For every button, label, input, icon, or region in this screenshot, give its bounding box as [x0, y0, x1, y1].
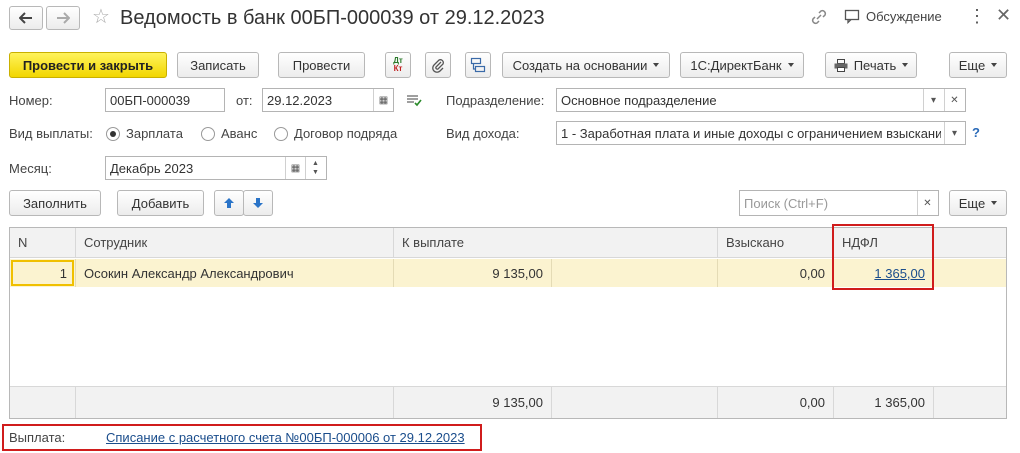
- arrow-down-icon: [253, 198, 263, 208]
- payment-type-label: Вид выплаты:: [9, 126, 93, 141]
- date-field[interactable]: 29.12.2023 ▦: [262, 88, 394, 112]
- window-title: Ведомость в банк 00БП-000039 от 29.12.20…: [120, 7, 545, 29]
- empty-cell: [934, 259, 1006, 287]
- total-collected: 0,00: [718, 386, 834, 418]
- create-based-on-button[interactable]: Создать на основании: [502, 52, 670, 78]
- direct-bank-button[interactable]: 1С:ДиректБанк: [680, 52, 804, 78]
- arrow-up-icon: [224, 198, 234, 208]
- move-down-button[interactable]: [243, 190, 273, 216]
- add-button[interactable]: Добавить: [117, 190, 204, 216]
- number-label: Номер:: [9, 93, 53, 108]
- more-vertical-icon[interactable]: ⋮: [968, 6, 986, 27]
- dropdown-icon[interactable]: ▾: [944, 122, 964, 144]
- ndfl-highlight-box: [832, 224, 934, 290]
- discussion-label: Обсуждение: [866, 8, 942, 24]
- income-type-field[interactable]: 1 - Заработная плата и иные доходы с огр…: [556, 121, 966, 145]
- column-header-to-pay[interactable]: К выплате: [394, 228, 718, 258]
- total-employee-cell: [76, 386, 394, 418]
- radio-salary[interactable]: [106, 127, 120, 141]
- employee-cell[interactable]: Осокин Александр Александрович: [76, 259, 394, 287]
- discussion-button[interactable]: Обсуждение: [844, 8, 942, 24]
- stepper-down-icon[interactable]: ▼: [312, 168, 319, 177]
- chat-icon: [844, 9, 860, 24]
- collected-cell[interactable]: 0,00: [718, 259, 834, 287]
- chevron-down-icon: [902, 63, 909, 67]
- dt-kt-button[interactable]: Дт Кт: [385, 52, 411, 78]
- department-field[interactable]: Основное подразделение ▾ ✕: [556, 88, 966, 112]
- number-field[interactable]: 00БП-000039: [105, 88, 225, 112]
- column-header-n[interactable]: N: [10, 228, 76, 258]
- arrow-left-icon: [19, 12, 32, 24]
- post-status-icon: [406, 93, 422, 110]
- chevron-down-icon: [653, 63, 660, 67]
- move-up-button[interactable]: [214, 190, 244, 216]
- fill-button[interactable]: Заполнить: [9, 190, 101, 216]
- month-stepper[interactable]: ▲ ▼: [305, 157, 325, 179]
- month-label: Месяц:: [9, 161, 52, 176]
- favorite-star-icon[interactable]: ☆: [92, 6, 110, 28]
- forward-button[interactable]: [46, 6, 80, 30]
- printer-icon: [834, 58, 848, 72]
- post-and-close-button[interactable]: Провести и закрыть: [9, 52, 167, 78]
- row-number-cell[interactable]: 1: [10, 259, 76, 287]
- post-button[interactable]: Провести: [278, 52, 365, 78]
- attachments-button[interactable]: [425, 52, 451, 78]
- close-icon[interactable]: ✕: [996, 5, 1011, 26]
- to-pay-cell[interactable]: 9 135,00: [394, 259, 552, 287]
- radio-salary-label[interactable]: Зарплата: [126, 126, 183, 141]
- column-header-blank: [934, 228, 1006, 258]
- radio-contract-label[interactable]: Договор подряда: [294, 126, 397, 141]
- calendar-icon[interactable]: ▦: [285, 157, 305, 179]
- save-button[interactable]: Записать: [177, 52, 259, 78]
- stepper-up-icon[interactable]: ▲: [312, 159, 319, 168]
- hierarchy-icon: [470, 57, 486, 73]
- total-n-cell: [10, 386, 76, 418]
- column-header-employee[interactable]: Сотрудник: [76, 228, 394, 258]
- total-ndfl: 1 365,00: [834, 386, 934, 418]
- month-field[interactable]: Декабрь 2023 ▦ ▲ ▼: [105, 156, 327, 180]
- department-label: Подразделение:: [446, 93, 545, 108]
- dropdown-icon[interactable]: ▾: [923, 89, 943, 111]
- column-header-collected[interactable]: Взыскано: [718, 228, 834, 258]
- clear-search-icon[interactable]: ✕: [917, 191, 937, 215]
- search-input[interactable]: Поиск (Ctrl+F) ✕: [739, 190, 939, 216]
- help-icon[interactable]: ?: [972, 125, 980, 140]
- date-label: от:: [236, 93, 253, 108]
- table-more-button[interactable]: Еще: [949, 190, 1007, 216]
- calendar-icon[interactable]: ▦: [373, 89, 393, 111]
- radio-contract[interactable]: [274, 127, 288, 141]
- more-button[interactable]: Еще: [949, 52, 1007, 78]
- paperclip-icon: [432, 59, 444, 73]
- radio-advance-label[interactable]: Аванс: [221, 126, 257, 141]
- clear-icon[interactable]: ✕: [944, 89, 964, 111]
- link-icon[interactable]: [810, 8, 828, 29]
- total-blank-cell: [934, 386, 1006, 418]
- payment-highlight-box: [2, 424, 482, 451]
- empty-cell: [552, 259, 718, 287]
- dt-kt-icon: Дт Кт: [393, 56, 403, 73]
- print-button[interactable]: Печать: [825, 52, 917, 78]
- chevron-down-icon: [991, 201, 998, 205]
- structure-button[interactable]: [465, 52, 491, 78]
- back-button[interactable]: [9, 6, 43, 30]
- total-empty-cell: [552, 386, 718, 418]
- total-to-pay: 9 135,00: [394, 386, 552, 418]
- chevron-down-icon: [787, 63, 794, 67]
- arrow-right-icon: [57, 12, 70, 24]
- radio-advance[interactable]: [201, 127, 215, 141]
- chevron-down-icon: [991, 63, 998, 67]
- income-type-label: Вид дохода:: [446, 126, 520, 141]
